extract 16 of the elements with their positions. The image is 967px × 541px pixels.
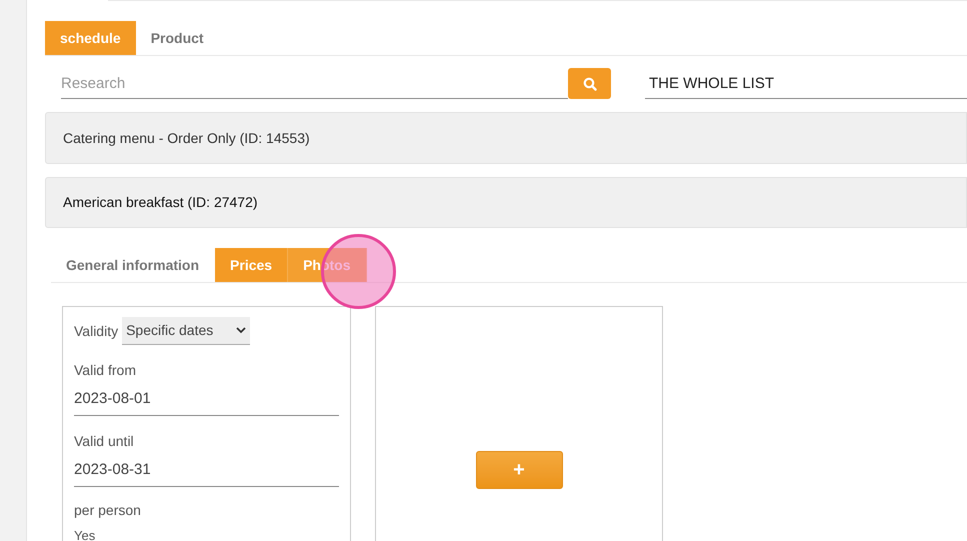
search-button[interactable] <box>568 68 611 99</box>
field-label: Valid from <box>74 361 137 380</box>
date-field[interactable]: 2023-08-01 <box>74 381 339 416</box>
filter-field[interactable]: THE WHOLE LIST <box>645 68 967 98</box>
validity-select[interactable]: Specific dates <box>122 317 250 345</box>
accordion-header[interactable]: Catering menu - Order Only (ID: 14553) <box>45 112 967 164</box>
search-icon <box>582 76 596 90</box>
field-label: Validity <box>74 322 118 341</box>
date-field[interactable]: 2023-08-31 <box>74 452 339 487</box>
field-label: per person <box>74 501 142 520</box>
tab[interactable]: Product <box>136 21 219 55</box>
per-person-select[interactable]: Yes <box>74 529 339 541</box>
field-label: Valid until <box>74 432 135 451</box>
search-field[interactable]: Research <box>61 68 568 98</box>
chevron-icon <box>236 327 246 334</box>
accordion-header[interactable]: American breakfast (ID: 27472) <box>45 177 967 228</box>
